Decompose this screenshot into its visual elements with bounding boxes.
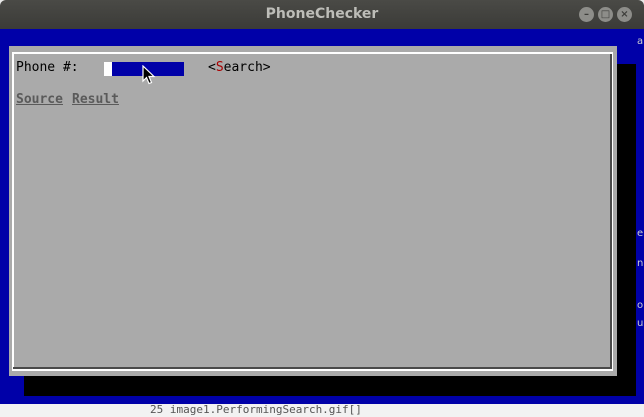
text-cursor — [104, 62, 112, 76]
mouse-pointer-icon — [142, 65, 156, 85]
close-icon[interactable]: × — [617, 7, 632, 22]
search-button-label: earch> — [223, 60, 271, 75]
edge-glyph: n — [637, 258, 644, 269]
search-button[interactable]: <Search> — [208, 60, 271, 75]
search-button-open: < — [208, 60, 216, 75]
minimize-icon[interactable]: – — [579, 7, 594, 22]
background-editor-line: 25 image1.PerformingSearch.gif[] — [150, 403, 362, 416]
app-window: PhoneChecker – □ × a e n o u Phone #: <S… — [0, 0, 644, 417]
edge-glyph: u — [637, 318, 644, 329]
edge-glyph: o — [637, 300, 644, 311]
search-button-hotkey: S — [215, 60, 224, 75]
tab-source[interactable]: Source — [16, 92, 63, 107]
edge-glyph: a — [637, 36, 644, 47]
tab-result[interactable]: Result — [72, 92, 119, 107]
edge-glyph: e — [637, 228, 644, 239]
maximize-icon[interactable]: □ — [598, 7, 613, 22]
phone-label: Phone #: — [16, 60, 79, 75]
title-bar[interactable]: PhoneChecker – □ × — [0, 0, 644, 29]
window-title: PhoneChecker — [265, 6, 379, 22]
